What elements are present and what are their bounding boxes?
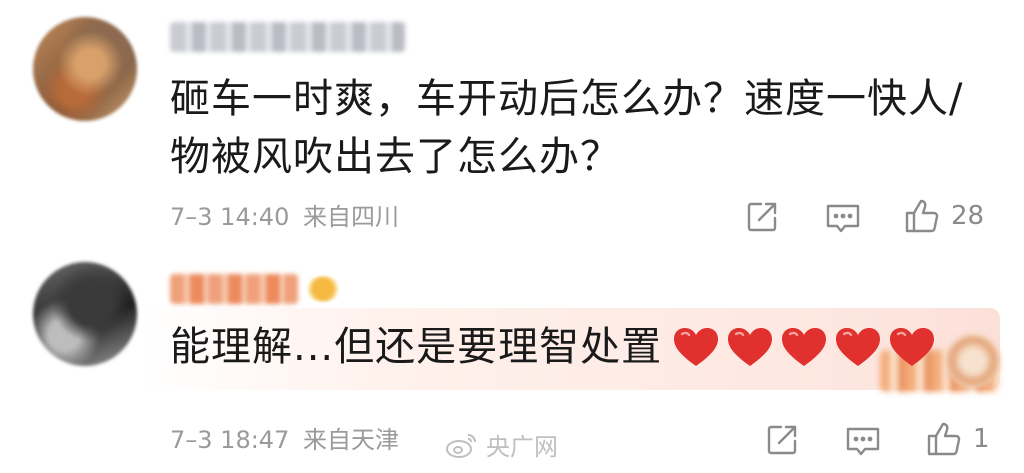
share-icon xyxy=(767,425,797,455)
heart-emoji-icon xyxy=(674,328,719,366)
watermark: 央广网 xyxy=(444,427,558,462)
avatar[interactable] xyxy=(33,17,137,121)
comment-time: 7–3 18:47 xyxy=(170,426,290,454)
weibo-logo-icon xyxy=(446,433,476,458)
username-blurred[interactable] xyxy=(170,274,298,304)
comment-text: 砸车一时爽，车开动后怎么办？速度一快人/物被风吹出去了怎么办？ xyxy=(170,76,964,180)
like-button[interactable]: 1 xyxy=(925,420,990,458)
comment-meta: 7–3 14:40 来自四川 xyxy=(170,202,399,232)
share-button[interactable] xyxy=(765,423,799,457)
badge-icon xyxy=(306,276,340,302)
thumbs-up-icon xyxy=(905,199,939,233)
comment-content: 能理解...但还是要理智处置 xyxy=(170,318,936,376)
comment-text: 能理解...但还是要理智处置 xyxy=(170,324,663,370)
comment-icon xyxy=(846,427,880,456)
comment-button[interactable] xyxy=(825,202,861,234)
like-count: 28 xyxy=(951,201,985,231)
comment-meta: 7–3 18:47 来自天津 xyxy=(170,425,399,455)
heart-emojis xyxy=(672,326,936,368)
sticker-face-icon xyxy=(946,334,1000,388)
heart-emoji-icon xyxy=(890,328,935,366)
share-icon xyxy=(747,202,777,232)
heart-emoji-icon xyxy=(728,328,773,366)
comment-location: 来自天津 xyxy=(302,426,399,454)
heart-emoji-icon xyxy=(782,328,827,366)
comment-time: 7–3 14:40 xyxy=(170,203,290,231)
comment-location: 来自四川 xyxy=(302,203,399,231)
comment-list: 砸车一时爽，车开动后怎么办？速度一快人/物被风吹出去了怎么办？ 7–3 14:4… xyxy=(0,0,1024,473)
like-button[interactable]: 28 xyxy=(903,197,984,235)
thumbs-up-icon xyxy=(927,422,961,456)
comment-icon xyxy=(826,204,860,233)
like-count: 1 xyxy=(973,424,990,454)
watermark-text: 央广网 xyxy=(486,433,558,461)
avatar[interactable] xyxy=(33,262,137,366)
username-blurred[interactable] xyxy=(170,22,405,52)
heart-emoji-icon xyxy=(836,328,881,366)
share-button[interactable] xyxy=(745,200,779,234)
comment-button[interactable] xyxy=(845,425,881,457)
